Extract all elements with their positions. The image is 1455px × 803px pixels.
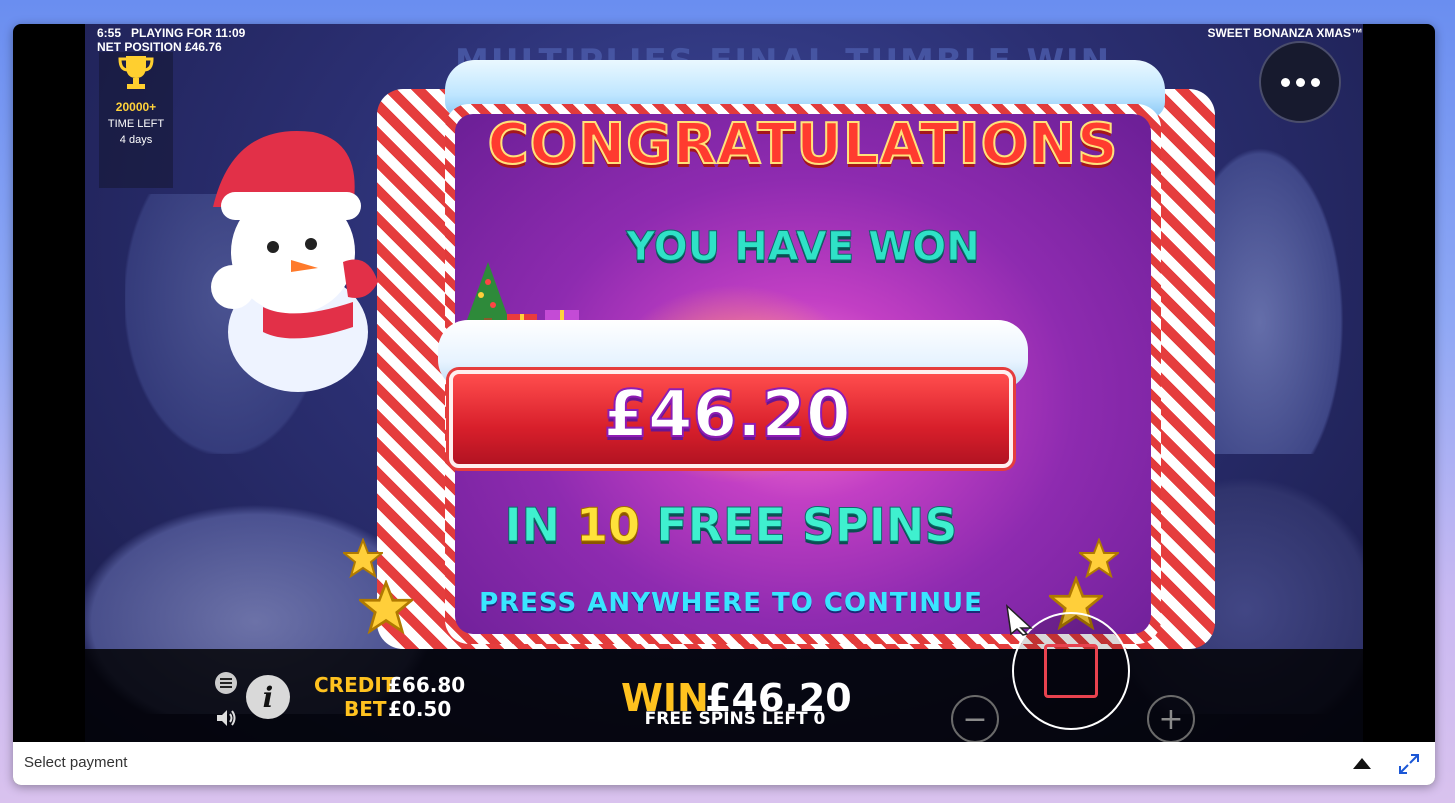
- menu-dot-icon: [1295, 77, 1305, 87]
- game-menu-button[interactable]: [1259, 41, 1341, 123]
- popup-win-amount: £46.20: [603, 377, 852, 453]
- promo-amount: 20000+: [115, 100, 157, 114]
- promo-time-left-label: TIME LEFT: [107, 118, 165, 130]
- star-icon: [1079, 538, 1119, 578]
- snowman-character: [211, 130, 378, 392]
- bet-label: BET: [344, 697, 387, 721]
- credit-label: CREDIT: [314, 673, 396, 697]
- menu-dot-icon: [1280, 77, 1290, 87]
- free-spins-left: FREE SPINS LEFT 0: [644, 709, 826, 729]
- game-canvas[interactable]: MULTIPLIES FINAL TUMBLE WIN CONGRATULATI…: [85, 24, 1363, 742]
- select-payment-link[interactable]: Select payment: [24, 754, 127, 771]
- credit-value: £66.80: [388, 673, 466, 697]
- star-icon: [343, 538, 383, 578]
- menu-lines-icon[interactable]: [214, 671, 238, 695]
- chevron-up-icon[interactable]: [1353, 758, 1371, 769]
- info-icon[interactable]: i: [245, 674, 291, 720]
- in-label: IN: [504, 498, 561, 553]
- popup-title: CONGRATULATIONS: [487, 111, 1119, 178]
- clock-time: 6:55: [97, 26, 122, 40]
- free-spins-label: FREE SPINS: [656, 498, 958, 553]
- game-title: SWEET BONANZA XMAS™: [1207, 26, 1363, 40]
- spins-count: 10: [576, 498, 641, 553]
- promo-days: 4 days: [119, 134, 153, 146]
- trophy-icon: [118, 56, 154, 89]
- game-frame: MULTIPLIES FINAL TUMBLE WIN CONGRATULATI…: [13, 24, 1435, 785]
- game-bottom-bar: i CREDIT £66.80 BET £0.50 WIN £46.20 FRE…: [85, 649, 1363, 742]
- cursor-arrow-icon: [1005, 604, 1033, 636]
- press-anywhere-prompt[interactable]: PRESS ANYWHERE TO CONTINUE: [373, 588, 1089, 618]
- tournament-promo[interactable]: 20000+ TIME LEFT 4 days: [99, 52, 173, 188]
- svg-text:i: i: [263, 681, 274, 714]
- payment-footer: Select payment: [13, 742, 1435, 785]
- menu-dot-icon: [1310, 77, 1320, 87]
- popup-free-spins-line: IN 10 FREE SPINS: [373, 498, 1089, 553]
- decrease-bet-button[interactable]: −: [951, 695, 999, 742]
- increase-bet-button[interactable]: +: [1147, 695, 1195, 742]
- star-icon: [359, 580, 413, 634]
- session-info: 6:55 PLAYING FOR 11:09 NET POSITION £46.…: [97, 26, 245, 54]
- popup-subtitle: YOU HAVE WON: [626, 224, 980, 271]
- expand-icon[interactable]: [1397, 752, 1421, 776]
- bet-value: £0.50: [388, 697, 452, 721]
- playing-for: PLAYING FOR 11:09: [131, 26, 246, 40]
- sound-icon[interactable]: [214, 706, 238, 730]
- stop-icon: [1044, 644, 1098, 698]
